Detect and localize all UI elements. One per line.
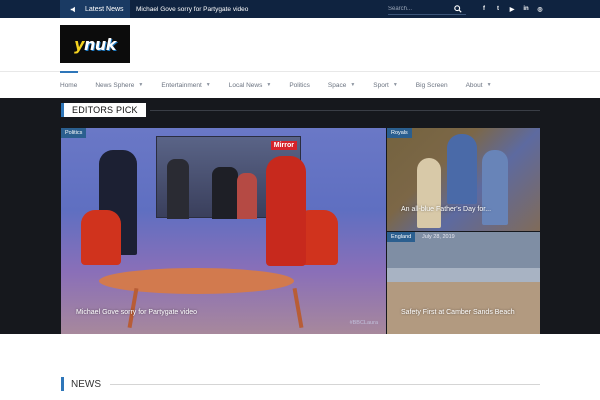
nav-item-big-screen[interactable]: Big Screen [416,72,448,98]
search-input[interactable] [388,5,450,12]
search-box [388,3,466,15]
chevron-down-icon: ▼ [266,82,272,88]
presenter-right-image [266,156,306,266]
nav-item-entertainment[interactable]: Entertainment ▼ [161,72,210,98]
category-tag[interactable]: Royals [387,128,412,138]
nav-item-politics[interactable]: Politics [289,72,310,98]
megaphone-icon [70,6,75,12]
featured-card-beach[interactable]: England July 28, 2019 Safety First at Ca… [387,232,540,334]
card-headline[interactable]: Safety First at Camber Sands Beach [401,309,515,316]
card-headline[interactable]: Michael Gove sorry for Partygate video [76,309,197,316]
nav-item-local-news[interactable]: Local News ▼ [229,72,272,98]
top-bar: Latest News Michael Gove sorry for Party… [0,0,600,18]
screen-label: Mirror [270,141,297,150]
post-date: July 28, 2019 [422,234,455,240]
chevron-down-icon: ▼ [350,82,356,88]
studio-table [99,268,294,294]
news-ticker[interactable]: Michael Gove sorry for Partygate video [136,0,248,18]
featured-card-main[interactable]: Mirror Politics Michael Gove sorry for P… [61,128,386,334]
instagram-icon[interactable]: ◎ [536,6,544,13]
beach-photo-image [387,268,540,282]
card-headline[interactable]: An all-blue Father's Day for... [401,206,491,213]
social-links: f t ▶ in ◎ [480,0,544,18]
nav-item-space[interactable]: Space ▼ [328,72,355,98]
facebook-icon[interactable]: f [480,6,488,12]
image-watermark: #BBCLaura [349,320,378,326]
category-tag[interactable]: England [387,232,416,242]
linkedin-icon[interactable]: in [522,6,530,12]
editors-pick-heading: EDITORS PICK [61,103,146,117]
nav-item-home[interactable]: Home [60,71,79,98]
chevron-down-icon: ▼ [138,82,144,88]
youtube-icon[interactable]: ▶ [508,6,516,13]
search-icon[interactable] [454,4,462,13]
news-heading: NEWS [61,377,101,391]
editors-pick-title: EDITORS PICK [64,103,146,117]
nav-item-news-sphere[interactable]: News Sphere ▼ [95,72,143,98]
twitter-icon[interactable]: t [494,6,502,12]
category-tag[interactable]: Politics [61,128,87,138]
latest-news-label: Latest News [85,5,124,13]
site-logo[interactable]: ynuk [60,25,130,63]
family-photo-image [447,134,477,204]
chevron-down-icon: ▼ [205,82,211,88]
heading-divider [110,384,540,385]
main-nav: Home News Sphere ▼ Entertainment ▼ Local N… [0,71,600,98]
heading-accent-bar [61,377,64,391]
nav-item-sport[interactable]: Sport ▼ [373,72,398,98]
ticker-headline[interactable]: Michael Gove sorry for Partygate video [136,6,248,13]
nav-items: Home News Sphere ▼ Entertainment ▼ Local N… [60,71,510,98]
chevron-down-icon: ▼ [392,82,398,88]
heading-divider [150,110,540,111]
news-title: NEWS [71,378,101,390]
featured-card-royals[interactable]: Royals An all-blue Father's Day for... [387,128,540,231]
nav-item-about[interactable]: About ▼ [466,72,492,98]
latest-news-badge: Latest News [60,0,130,18]
logo-wordmark: ynuk [74,34,116,54]
chevron-down-icon: ▼ [486,82,492,88]
